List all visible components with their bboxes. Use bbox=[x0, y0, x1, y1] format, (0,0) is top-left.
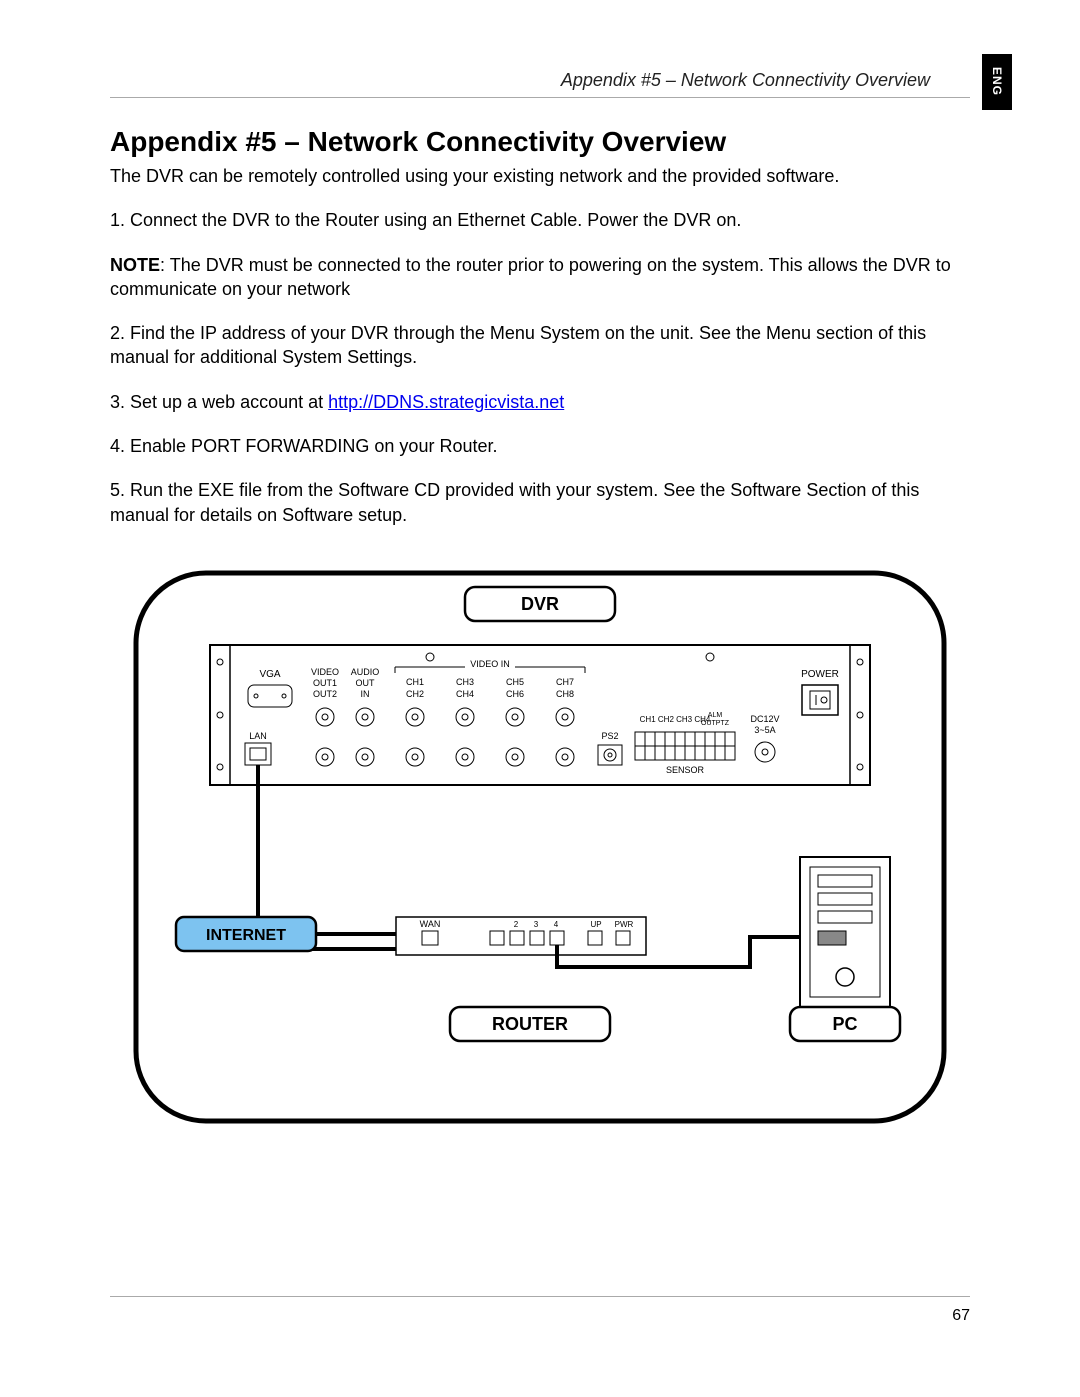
ch5-label: CH5 bbox=[506, 677, 524, 687]
ddns-link[interactable]: http://DDNS.strategicvista.net bbox=[328, 392, 564, 412]
router-label-text: ROUTER bbox=[492, 1014, 568, 1034]
pc-label-text: PC bbox=[832, 1014, 857, 1034]
vga-label: VGA bbox=[259, 669, 280, 680]
up-label: UP bbox=[590, 920, 601, 929]
step-1: 1. Connect the DVR to the Router using a… bbox=[110, 208, 970, 232]
audio-in-label: IN bbox=[361, 689, 370, 699]
ch7-label: CH7 bbox=[556, 677, 574, 687]
pwr-label: PWR bbox=[615, 920, 634, 929]
video-label: VIDEO bbox=[311, 667, 339, 677]
page-header: Appendix #5 – Network Connectivity Overv… bbox=[110, 70, 970, 98]
diagram-svg: DVR VGA VIDEO OUT1 OUT2 AU bbox=[130, 567, 950, 1127]
ps2-label: PS2 bbox=[601, 731, 618, 741]
internet-label-box: INTERNET bbox=[176, 917, 316, 951]
connectivity-diagram: DVR VGA VIDEO OUT1 OUT2 AU bbox=[110, 567, 970, 1127]
note-body: : The DVR must be connected to the route… bbox=[110, 255, 951, 299]
page-title: Appendix #5 – Network Connectivity Overv… bbox=[110, 126, 970, 158]
port2-label: 2 bbox=[514, 920, 519, 929]
lan-label: LAN bbox=[249, 731, 267, 741]
step-3-prefix: 3. Set up a web account at bbox=[110, 392, 328, 412]
dvr-label-text: DVR bbox=[521, 594, 559, 614]
audio-out-label: OUT bbox=[356, 678, 376, 688]
note-label: NOTE bbox=[110, 255, 160, 275]
ch3-label: CH3 bbox=[456, 677, 474, 687]
step-4: 4. Enable PORT FORWARDING on your Router… bbox=[110, 434, 970, 458]
note: NOTE: The DVR must be connected to the r… bbox=[110, 253, 970, 302]
outptz-label: OUTPTZ bbox=[701, 720, 730, 727]
language-tab: ENG bbox=[982, 54, 1012, 110]
step-2: 2. Find the IP address of your DVR throu… bbox=[110, 321, 970, 370]
dvr-device: VGA VIDEO OUT1 OUT2 AUDIO OUT IN VIDEO I… bbox=[210, 645, 870, 785]
running-title: Appendix #5 – Network Connectivity Overv… bbox=[110, 70, 970, 91]
intro-text: The DVR can be remotely controlled using… bbox=[110, 164, 970, 188]
amp-label: 3~5A bbox=[754, 725, 775, 735]
page: ENG Appendix #5 – Network Connectivity O… bbox=[0, 0, 1080, 1397]
ch4-label: CH4 bbox=[456, 689, 474, 699]
out1-label: OUT1 bbox=[313, 678, 337, 688]
port4-label: 4 bbox=[554, 920, 559, 929]
ch2-label: CH2 bbox=[406, 689, 424, 699]
video-in-label: VIDEO IN bbox=[470, 659, 510, 669]
port3-label: 3 bbox=[534, 920, 539, 929]
page-number: 67 bbox=[952, 1307, 970, 1324]
dc12v-label: DC12V bbox=[750, 714, 779, 724]
ch1-label: CH1 bbox=[406, 677, 424, 687]
power-label: POWER bbox=[801, 669, 839, 680]
wan-label: WAN bbox=[420, 919, 441, 929]
page-footer: 67 bbox=[110, 1296, 970, 1325]
ch8-label: CH8 bbox=[556, 689, 574, 699]
audio-label: AUDIO bbox=[351, 667, 380, 677]
ch6-label: CH6 bbox=[506, 689, 524, 699]
step-3: 3. Set up a web account at http://DDNS.s… bbox=[110, 390, 970, 414]
router-device: WAN 2 3 4 UP PWR bbox=[396, 917, 646, 955]
sensor-label: SENSOR bbox=[666, 765, 705, 775]
internet-label-text: INTERNET bbox=[206, 927, 286, 944]
step-5: 5. Run the EXE file from the Software CD… bbox=[110, 478, 970, 527]
alm-label: ALM bbox=[708, 712, 723, 719]
out2-label: OUT2 bbox=[313, 689, 337, 699]
pc-device bbox=[800, 857, 890, 1027]
